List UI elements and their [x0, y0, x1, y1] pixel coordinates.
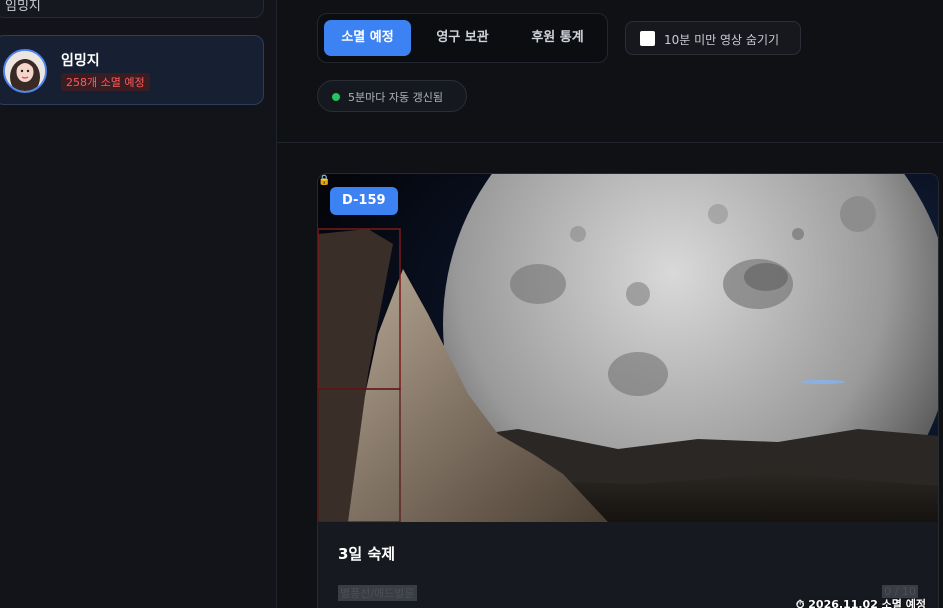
sidebar: 임밍지 임밍지 258개 소멸 예정 [0, 0, 277, 608]
tab-expiring[interactable]: 소멸 예정 [324, 20, 411, 56]
sidebar-item-active[interactable]: 임밍지 258개 소멸 예정 [0, 35, 264, 105]
toggle-label: 10분 미만 영상 숨기기 [664, 33, 780, 47]
sidebar-item-name: 임밍지 [61, 53, 100, 69]
status-text: 5분마다 자동 갱신됨 [348, 91, 443, 104]
video-title: 3일 숙제 [338, 545, 396, 563]
video-card[interactable]: 🔒 D-159 ⏱ 2026.11.02 소멸 예정 3일 숙제 별풍선/애드벌… [317, 173, 939, 608]
clock-icon: ⏱ [795, 598, 805, 608]
checkbox[interactable] [640, 31, 655, 46]
sidebar-item-label: 임밍지 [5, 0, 41, 14]
status-dot-icon [332, 93, 340, 101]
status-badge: 258개 소멸 예정 [61, 73, 150, 91]
auto-refresh-status: 5분마다 자동 갱신됨 [317, 80, 467, 112]
avatar [3, 49, 47, 93]
main-panel: 소멸 예정 영구 보관 후원 통계 10분 미만 영상 숨기기 5분마다 자동 … [277, 0, 943, 608]
sidebar-item-prev[interactable]: 임밍지 [0, 0, 264, 18]
lock-icon: 🔒 [318, 175, 331, 186]
tab-permanent[interactable]: 영구 보관 [419, 20, 506, 56]
video-thumbnail[interactable] [318, 174, 938, 522]
divider [277, 142, 943, 143]
donation-input[interactable]: 별풍선/애드벌룬 [338, 585, 417, 601]
input-counter: 0 / 10 [882, 585, 918, 598]
tab-bar: 소멸 예정 영구 보관 후원 통계 [317, 13, 608, 63]
app-root: 임밍지 임밍지 258개 소멸 예정 소멸 예정 영구 보관 후원 통계 10분… [0, 0, 943, 608]
hide-short-videos-toggle[interactable]: 10분 미만 영상 숨기기 [625, 21, 801, 55]
dday-badge: D-159 [330, 187, 398, 215]
tab-donation-stats[interactable]: 후원 통계 [514, 20, 601, 56]
expire-text: 2026.11.02 소멸 예정 [808, 598, 926, 608]
